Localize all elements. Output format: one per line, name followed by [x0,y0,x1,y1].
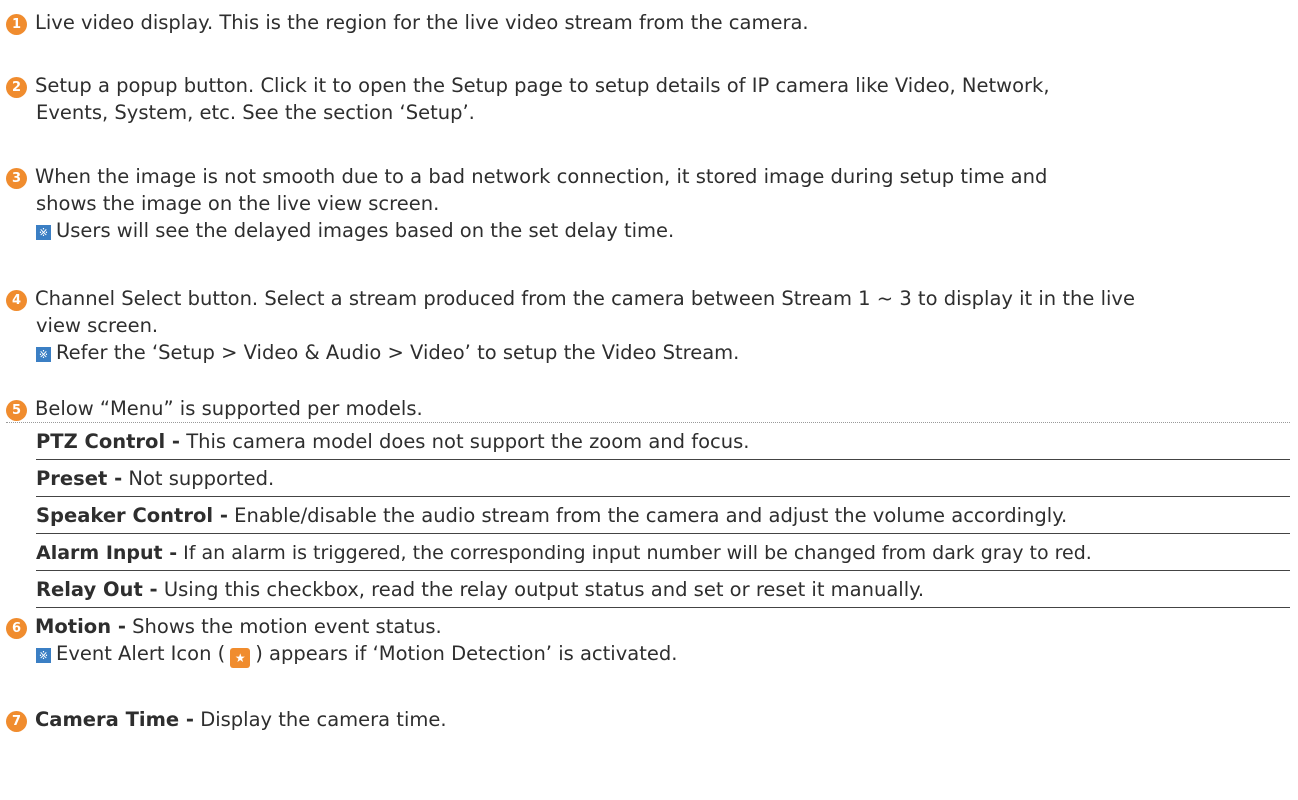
menu-row-text: Not supported. [122,467,275,490]
item-6-note-before: Event Alert Icon ( [56,642,226,665]
number-badge-6: 6 [6,618,27,639]
item-3-line-2: shows the image on the live view screen. [36,192,440,215]
menu-row-text: Enable/disable the audio stream from the… [227,504,1068,527]
item-7: 7 Camera Time - Display the camera time. [6,706,1290,733]
number-badge-4: 4 [6,290,27,311]
item-1-text: Live video display. This is the region f… [35,11,809,34]
item-2-line-2: Events, System, etc. See the section ‘Se… [36,101,475,124]
menu-row-title: Relay Out - [36,578,158,601]
number-badge-1: 1 [6,14,27,35]
item-6-note-after: ) appears if ‘Motion Detection’ is activ… [255,642,678,665]
item-2: 2 Setup a popup button. Click it to open … [6,72,1290,126]
menu-row-title: Speaker Control - [36,504,228,527]
menu-row-title: Preset - [36,467,123,490]
item-6: 6 Motion - Shows the motion event status.… [6,613,1290,668]
menu-row-text: This camera model does not support the z… [180,430,750,453]
menu-row-preset: Preset - Not supported. [36,460,1290,497]
item-5: 5 Below “Menu” is supported per models. [6,395,1290,423]
item-3: 3 When the image is not smooth due to a b… [6,163,1290,244]
item-1-line: 1 Live video display. This is the region … [6,9,1290,36]
item-6-line-1: 6 Motion - Shows the motion event status. [6,613,1290,640]
item-6-text: Shows the motion event status. [125,615,442,638]
menu-row-relay-out: Relay Out - Using this checkbox, read th… [36,571,1290,608]
menu-row-title: PTZ Control - [36,430,181,453]
motion-alert-icon: ★ [230,648,251,668]
item-6-note: ※ Event Alert Icon (★) appears if ‘Motion… [6,640,1290,668]
note-mark-icon: ※ [36,648,51,663]
item-2-line-1: 2 Setup a popup button. Click it to open … [6,72,1290,99]
item-3-note-text: Users will see the delayed images based … [56,219,675,242]
note-mark-icon: ※ [36,347,51,362]
menu-row-text: Using this checkbox, read the relay outp… [157,578,925,601]
menu-row-speaker-control: Speaker Control - Enable/disable the aud… [36,497,1290,534]
menu-row-ptz-control: PTZ Control - This camera model does not… [36,423,1290,460]
item-2-text-1: Setup a popup button. Click it to open t… [35,74,1050,97]
item-7-line: 7 Camera Time - Display the camera time. [6,706,1290,733]
item-6-title: Motion - [35,615,126,638]
item-4-line-2: view screen. [36,314,159,337]
item-5-line: 5 Below “Menu” is supported per models. [6,395,1290,422]
menu-row-alarm-input: Alarm Input - If an alarm is triggered, … [36,534,1290,571]
number-badge-7: 7 [6,711,27,732]
item-5-text: Below “Menu” is supported per models. [35,397,423,420]
item-3-text-1: When the image is not smooth due to a ba… [35,165,1048,188]
menu-row-title: Alarm Input - [36,542,178,564]
item-4-note: ※ Refer the ‘Setup > Video & Audio > Vide… [6,339,1290,366]
item-7-text: Display the camera time. [194,708,447,731]
item-1: 1 Live video display. This is the region … [6,9,1290,36]
item-4-text-1: Channel Select button. Select a stream p… [35,287,1135,310]
item-4-line-1: 4 Channel Select button. Select a stream … [6,285,1290,312]
item-7-title: Camera Time - [35,708,194,731]
number-badge-2: 2 [6,77,27,98]
menu-row-text: If an alarm is triggered, the correspond… [177,542,1092,564]
note-mark-icon: ※ [36,225,51,240]
number-badge-3: 3 [6,168,27,189]
item-3-note: ※ Users will see the delayed images based… [6,217,1290,244]
menu-table: PTZ Control - This camera model does not… [36,423,1290,608]
item-4-note-text: Refer the ‘Setup > Video & Audio > Video… [56,341,740,364]
number-badge-5: 5 [6,400,27,421]
item-3-line-1: 3 When the image is not smooth due to a b… [6,163,1290,190]
item-4: 4 Channel Select button. Select a stream … [6,285,1290,366]
